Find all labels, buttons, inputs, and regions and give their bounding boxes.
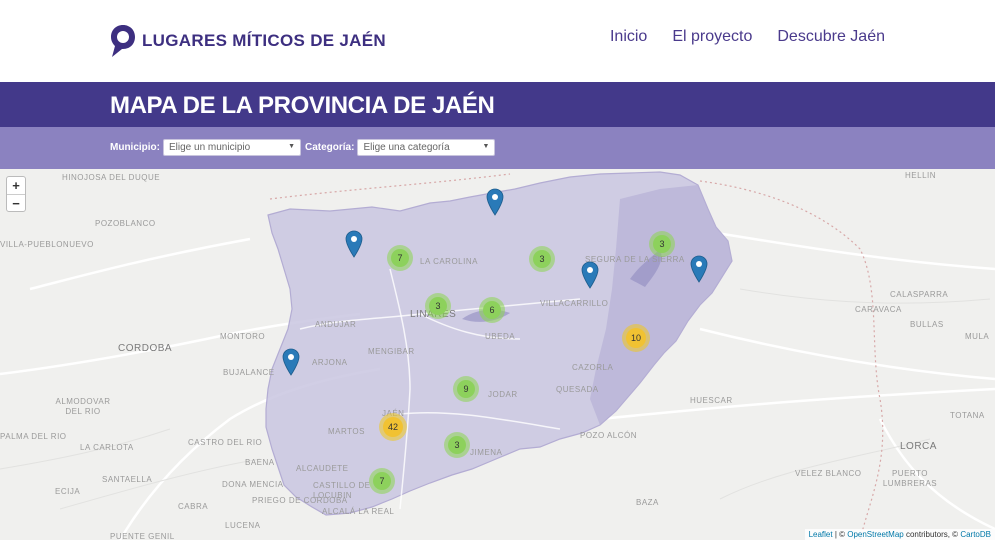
site-logo[interactable]: LUGARES MÍTICOS DE JAÉN [110, 24, 386, 58]
marker-cluster[interactable]: 6 [479, 297, 505, 323]
place-label: LA CAROLINA [420, 257, 478, 266]
attribution-text: contributors, © [903, 530, 961, 539]
filter-bar: Municipio: Elige un municipio ▼ Categorí… [0, 127, 995, 169]
place-label: ALMODOVAR DEL RIO [55, 397, 111, 416]
place-label: ARJONA [312, 358, 348, 367]
place-label: VILLACARRILLO [540, 299, 609, 308]
place-label: QUESADA [556, 385, 599, 394]
marker-cluster[interactable]: 3 [529, 246, 555, 272]
page-title: MAPA DE LA PROVINCIA DE JAÉN [110, 92, 495, 119]
cluster-count: 42 [383, 417, 403, 437]
zoom-out-button[interactable]: − [7, 194, 25, 211]
place-label: LA CARLOTA [80, 443, 134, 452]
place-label: MULA [965, 332, 990, 341]
marker-cluster[interactable]: 9 [453, 376, 479, 402]
place-label: HINOJOSA DEL DUQUE [62, 173, 161, 182]
map-marker-pin-icon[interactable] [345, 230, 363, 258]
place-label: BAENA [245, 458, 275, 467]
place-label: MENGIBAR [368, 347, 415, 356]
place-label: SEGURA DE LA SIERRA [585, 255, 685, 264]
place-label: ECIJA [55, 487, 81, 496]
zoom-in-button[interactable]: + [7, 177, 25, 194]
site-header: LUGARES MÍTICOS DE JAÉN Inicio El proyec… [0, 0, 995, 82]
place-label: CAZORLA [572, 363, 614, 372]
categoria-select[interactable]: Elige una categoría ▼ [357, 139, 496, 156]
chevron-down-icon: ▼ [482, 143, 490, 150]
municipio-label: Municipio: [110, 142, 160, 153]
marker-cluster[interactable]: 10 [622, 324, 650, 352]
cluster-count: 6 [483, 301, 501, 319]
place-label: SANTAELLA [102, 475, 153, 484]
place-label: MONTORO [220, 332, 266, 341]
place-label: UBEDA [485, 332, 516, 341]
cluster-count: 3 [533, 250, 551, 268]
place-label: PRIEGO DE CORDOBA [252, 496, 348, 505]
place-label: ALCAUDETE [296, 464, 349, 473]
categoria-select-value: Elige una categoría [363, 142, 450, 153]
place-label: MARTOS [328, 427, 365, 436]
place-label: HUESCAR [690, 396, 733, 405]
cluster-count: 3 [448, 436, 466, 454]
place-label: TOTANA [950, 411, 985, 420]
place-label: JODAR [488, 390, 518, 399]
place-label: POZO ALCÓN [580, 431, 638, 440]
cluster-count: 3 [429, 297, 447, 315]
nav-link-inicio[interactable]: Inicio [610, 28, 647, 46]
map-attribution: Leaflet | © OpenStreetMap contributors, … [804, 529, 995, 540]
cluster-count: 7 [391, 249, 409, 267]
place-label: ANDUJAR [315, 320, 357, 329]
marker-cluster[interactable]: 3 [649, 231, 675, 257]
cluster-count: 3 [653, 235, 671, 253]
place-label: CASTRO DEL RIO [188, 438, 263, 447]
place-label: LORCA [900, 441, 937, 452]
place-label: BAZA [636, 498, 659, 507]
nav-link-el-proyecto[interactable]: El proyecto [672, 28, 752, 46]
place-label: JIMENA [470, 448, 503, 457]
place-label: PUERTO LUMBRERAS [882, 469, 938, 488]
leaflet-link[interactable]: Leaflet [809, 530, 833, 539]
categoria-filter: Categoría: Elige una categoría ▼ [305, 139, 496, 156]
marker-cluster[interactable]: 3 [425, 293, 451, 319]
map-canvas[interactable]: HINOJOSA DEL DUQUE POZOBLANCO VILLA-PUEB… [0, 169, 995, 540]
cluster-count: 9 [457, 380, 475, 398]
map-pin-logo-icon [111, 25, 135, 57]
osm-link[interactable]: OpenStreetMap [847, 530, 903, 539]
place-label: CABRA [178, 502, 209, 511]
chevron-down-icon: ▼ [288, 143, 295, 150]
place-label: CORDOBA [118, 343, 173, 354]
marker-cluster[interactable]: 7 [387, 245, 413, 271]
place-label: BULLAS [910, 320, 944, 329]
cluster-count: 7 [373, 472, 391, 490]
logo-text: LUGARES MÍTICOS DE JAÉN [142, 31, 386, 50]
place-label: ALCALÁ LA REAL [322, 507, 395, 516]
categoria-label: Categoría: [305, 142, 355, 153]
zoom-control: + − [6, 176, 26, 212]
map-marker-pin-icon[interactable] [581, 261, 599, 289]
place-label: VELEZ BLANCO [795, 469, 862, 478]
municipio-filter: Municipio: Elige un municipio ▼ [110, 139, 301, 156]
cluster-count: 10 [626, 328, 646, 348]
cartodb-link[interactable]: CartoDB [960, 530, 991, 539]
place-label: VILLA-PUEBLONUEVO [0, 240, 94, 249]
place-label: HELLIN [905, 171, 937, 180]
map-marker-pin-icon[interactable] [486, 188, 504, 216]
nav-link-descubre-jaen[interactable]: Descubre Jaén [777, 28, 885, 46]
marker-cluster[interactable]: 7 [369, 468, 395, 494]
marker-cluster[interactable]: 3 [444, 432, 470, 458]
map-marker-pin-icon[interactable] [690, 255, 708, 283]
municipio-select[interactable]: Elige un municipio ▼ [163, 139, 301, 156]
place-label: BUJALANCE [223, 368, 275, 377]
marker-cluster[interactable]: 42 [379, 413, 407, 441]
title-band: MAPA DE LA PROVINCIA DE JAÉN [0, 82, 995, 127]
map-marker-pin-icon[interactable] [282, 348, 300, 376]
place-label: LUCENA [225, 521, 261, 530]
place-label: CALASPARRA [890, 290, 949, 299]
place-label: PALMA DEL RIO [0, 432, 67, 441]
municipio-select-value: Elige un municipio [169, 142, 251, 153]
place-label: DONA MENCIA [222, 480, 284, 489]
place-label: CARAVACA [855, 305, 902, 314]
place-label: PUENTE GENIL [110, 532, 175, 540]
place-label: POZOBLANCO [95, 219, 156, 228]
main-nav: Inicio El proyecto Descubre Jaén [585, 28, 885, 46]
